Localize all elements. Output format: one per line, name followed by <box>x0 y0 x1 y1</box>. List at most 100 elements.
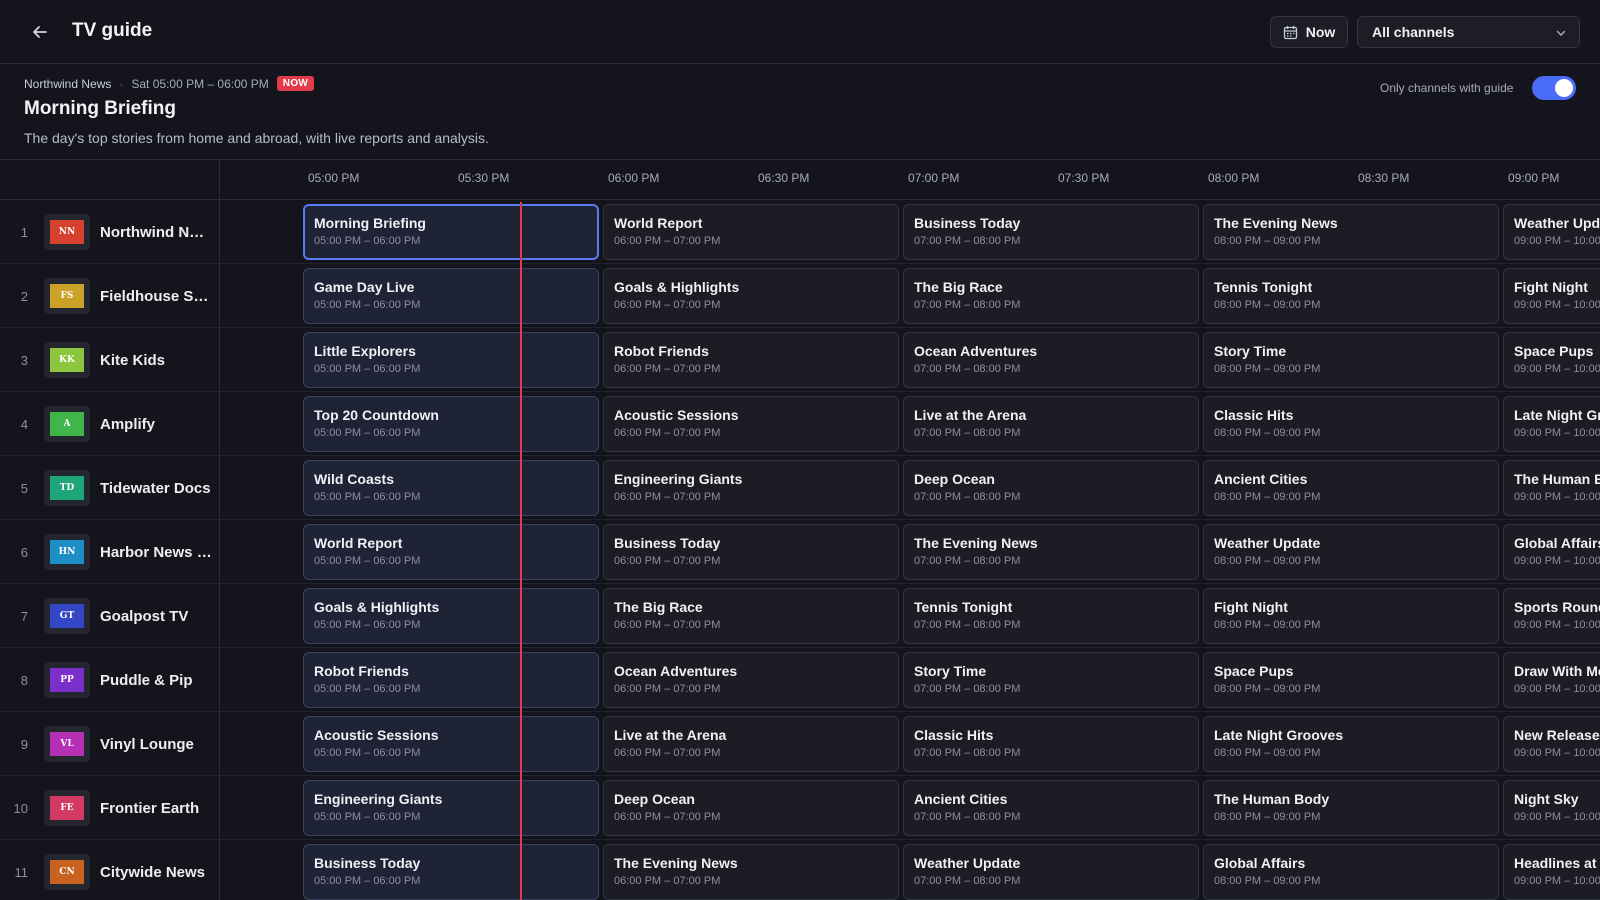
program-card[interactable]: Ancient Cities 08:00 PM – 09:00 PM <box>1203 460 1499 516</box>
program-card[interactable]: Business Today 07:00 PM – 08:00 PM <box>903 204 1199 260</box>
channel-filter-select[interactable]: All channels <box>1357 16 1580 48</box>
program-card-title: Wild Coasts <box>314 471 394 487</box>
channel-cell[interactable]: 5 TD Tidewater Docs <box>0 456 220 520</box>
program-card[interactable]: The Human Body 09:00 PM – 10:00 PM <box>1503 460 1600 516</box>
program-card-title: Business Today <box>914 215 1021 231</box>
program-card[interactable]: Weather Update 09:00 PM – 10:00 PM <box>1503 204 1600 260</box>
channel-row: 9 VL Vinyl Lounge Acoustic Sessions 05:00 PM… <box>0 712 1600 776</box>
program-card[interactable]: Tennis Tonight 08:00 PM – 09:00 PM <box>1203 268 1499 324</box>
program-card-time: 09:00 PM – 10:00 PM <box>1514 235 1600 247</box>
program-card-title: Business Today <box>614 535 721 551</box>
program-card-time: 05:00 PM – 06:00 PM <box>314 811 421 823</box>
program-card[interactable]: The Big Race 07:00 PM – 08:00 PM <box>903 268 1199 324</box>
program-card[interactable]: Goals & Highlights 06:00 PM – 07:00 PM <box>603 268 899 324</box>
channel-row: 5 TD Tidewater Docs Wild Coasts 05:00 PM – 0… <box>0 456 1600 520</box>
program-card[interactable]: Game Day Live 05:00 PM – 06:00 PM <box>303 268 599 324</box>
program-card[interactable]: Morning Briefing 05:00 PM – 06:00 PM <box>303 204 599 260</box>
program-card[interactable]: Story Time 07:00 PM – 08:00 PM <box>903 652 1199 708</box>
channel-number: 10 <box>13 800 28 816</box>
program-card[interactable]: Ocean Adventures 06:00 PM – 07:00 PM <box>603 652 899 708</box>
channel-logo: KK <box>44 342 90 378</box>
program-card[interactable]: Weather Update 07:00 PM – 08:00 PM <box>903 844 1199 900</box>
channel-cell[interactable]: 1 NN Northwind News <box>0 200 220 264</box>
program-card[interactable]: Engineering Giants 06:00 PM – 07:00 PM <box>603 460 899 516</box>
program-card[interactable]: Little Explorers 05:00 PM – 06:00 PM <box>303 332 599 388</box>
program-card[interactable]: World Report 05:00 PM – 06:00 PM <box>303 524 599 580</box>
program-card-time: 07:00 PM – 08:00 PM <box>914 299 1021 311</box>
channel-cell[interactable]: 6 HN Harbor News 24 <box>0 520 220 584</box>
channel-logo-mark: GT <box>50 604 84 628</box>
channel-cell[interactable]: 11 CN Citywide News <box>0 840 220 900</box>
program-card[interactable]: World Report 06:00 PM – 07:00 PM <box>603 204 899 260</box>
program-card[interactable]: Late Night Grooves 09:00 PM – 10:00 PM <box>1503 396 1600 452</box>
program-card[interactable]: Business Today 06:00 PM – 07:00 PM <box>603 524 899 580</box>
program-card[interactable]: Acoustic Sessions 06:00 PM – 07:00 PM <box>603 396 899 452</box>
channel-cell[interactable]: 8 PP Puddle & Pip <box>0 648 220 712</box>
program-card-time: 06:00 PM – 07:00 PM <box>614 747 721 759</box>
channel-cell[interactable]: 4 A Amplify <box>0 392 220 456</box>
program-card[interactable]: Deep Ocean 07:00 PM – 08:00 PM <box>903 460 1199 516</box>
timeline-corner <box>0 160 220 200</box>
guide-toggle[interactable] <box>1532 76 1576 100</box>
program-card-time: 09:00 PM – 10:00 PM <box>1514 875 1600 887</box>
program-card-title: Fight Night <box>1214 599 1288 615</box>
program-card-time: 07:00 PM – 08:00 PM <box>914 491 1021 503</box>
current-time-indicator <box>520 202 522 900</box>
program-card[interactable]: Night Sky 09:00 PM – 10:00 PM <box>1503 780 1600 836</box>
program-card[interactable]: The Evening News 07:00 PM – 08:00 PM <box>903 524 1199 580</box>
program-card[interactable]: Fight Night 09:00 PM – 10:00 PM <box>1503 268 1600 324</box>
program-card[interactable]: Space Pups 09:00 PM – 10:00 PM <box>1503 332 1600 388</box>
program-card[interactable]: Story Time 08:00 PM – 09:00 PM <box>1203 332 1499 388</box>
timeline-tick: 05:00 PM <box>308 171 360 185</box>
channel-cell[interactable]: 10 FE Frontier Earth <box>0 776 220 840</box>
program-card[interactable]: Ancient Cities 07:00 PM – 08:00 PM <box>903 780 1199 836</box>
channel-logo: TD <box>44 470 90 506</box>
page-title: TV guide <box>72 20 153 41</box>
program-card[interactable]: Robot Friends 06:00 PM – 07:00 PM <box>603 332 899 388</box>
program-card[interactable]: Goals & Highlights 05:00 PM – 06:00 PM <box>303 588 599 644</box>
program-card[interactable]: Acoustic Sessions 05:00 PM – 06:00 PM <box>303 716 599 772</box>
program-card[interactable]: The Evening News 06:00 PM – 07:00 PM <box>603 844 899 900</box>
program-card[interactable]: The Evening News 08:00 PM – 09:00 PM <box>1203 204 1499 260</box>
program-card[interactable]: Live at the Arena 07:00 PM – 08:00 PM <box>903 396 1199 452</box>
channel-cell[interactable]: 3 KK Kite Kids <box>0 328 220 392</box>
program-card[interactable]: Headlines at Nine 09:00 PM – 10:00 PM <box>1503 844 1600 900</box>
channel-cell[interactable]: 7 GT Goalpost TV <box>0 584 220 648</box>
program-card[interactable]: New Releases 09:00 PM – 10:00 PM <box>1503 716 1600 772</box>
program-card[interactable]: Classic Hits 07:00 PM – 08:00 PM <box>903 716 1199 772</box>
program-card[interactable]: Sports Roundup 09:00 PM – 10:00 PM <box>1503 588 1600 644</box>
program-card-time: 06:00 PM – 07:00 PM <box>614 619 721 631</box>
channel-logo-mark: VL <box>50 732 84 756</box>
program-card[interactable]: The Big Race 06:00 PM – 07:00 PM <box>603 588 899 644</box>
program-card[interactable]: Tennis Tonight 07:00 PM – 08:00 PM <box>903 588 1199 644</box>
program-card-time: 07:00 PM – 08:00 PM <box>914 619 1021 631</box>
channel-cell[interactable]: 9 VL Vinyl Lounge <box>0 712 220 776</box>
program-card[interactable]: Business Today 05:00 PM – 06:00 PM <box>303 844 599 900</box>
channel-cell[interactable]: 2 FS Fieldhouse Sports <box>0 264 220 328</box>
back-button[interactable] <box>26 18 54 46</box>
program-card[interactable]: Robot Friends 05:00 PM – 06:00 PM <box>303 652 599 708</box>
program-card[interactable]: Draw With Me 09:00 PM – 10:00 PM <box>1503 652 1600 708</box>
channel-name: Goalpost TV <box>100 607 189 625</box>
channel-logo: A <box>44 406 90 442</box>
channel-logo: HN <box>44 534 90 570</box>
program-card-title: Deep Ocean <box>614 791 695 807</box>
program-card[interactable]: The Human Body 08:00 PM – 09:00 PM <box>1203 780 1499 836</box>
program-card-time: 08:00 PM – 09:00 PM <box>1214 299 1321 311</box>
now-button[interactable]: Now <box>1270 16 1348 48</box>
program-card[interactable]: Live at the Arena 06:00 PM – 07:00 PM <box>603 716 899 772</box>
program-card[interactable]: Top 20 Countdown 05:00 PM – 06:00 PM <box>303 396 599 452</box>
program-card[interactable]: Deep Ocean 06:00 PM – 07:00 PM <box>603 780 899 836</box>
program-card-title: The Human Body <box>1514 471 1600 487</box>
program-card[interactable]: Space Pups 08:00 PM – 09:00 PM <box>1203 652 1499 708</box>
channel-row: 3 KK Kite Kids Little Explorers 05:00 PM – 0… <box>0 328 1600 392</box>
program-card[interactable]: Fight Night 08:00 PM – 09:00 PM <box>1203 588 1499 644</box>
program-card[interactable]: Ocean Adventures 07:00 PM – 08:00 PM <box>903 332 1199 388</box>
program-card[interactable]: Classic Hits 08:00 PM – 09:00 PM <box>1203 396 1499 452</box>
program-card[interactable]: Wild Coasts 05:00 PM – 06:00 PM <box>303 460 599 516</box>
program-card[interactable]: Weather Update 08:00 PM – 09:00 PM <box>1203 524 1499 580</box>
program-card[interactable]: Global Affairs 09:00 PM – 10:00 PM <box>1503 524 1600 580</box>
program-card[interactable]: Global Affairs 08:00 PM – 09:00 PM <box>1203 844 1499 900</box>
program-card[interactable]: Engineering Giants 05:00 PM – 06:00 PM <box>303 780 599 836</box>
program-card[interactable]: Late Night Grooves 08:00 PM – 09:00 PM <box>1203 716 1499 772</box>
